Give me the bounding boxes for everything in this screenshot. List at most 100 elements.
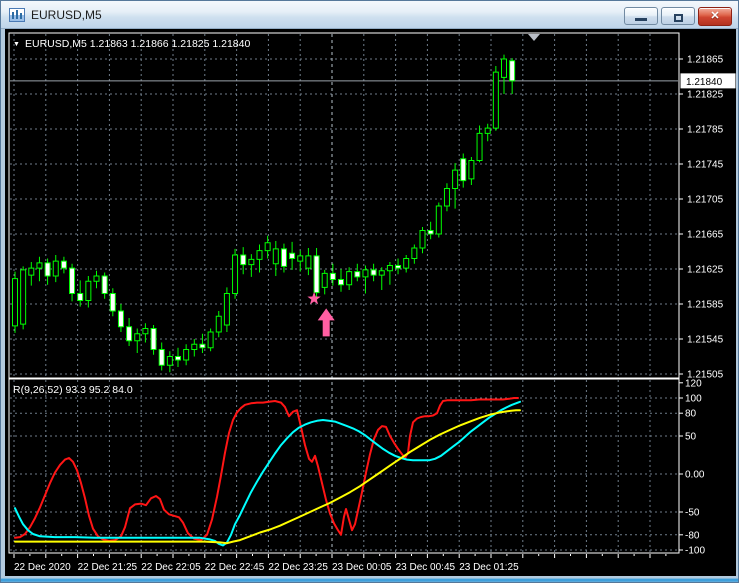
candle-body-bull <box>93 275 100 282</box>
minimize-icon <box>635 18 647 21</box>
svg-text:1.21665: 1.21665 <box>687 230 724 241</box>
window-title: EURUSD,M5 <box>31 7 102 22</box>
candle-body-bull <box>36 262 43 269</box>
candle-body-bull <box>232 254 239 294</box>
svg-text:-100: -100 <box>685 546 705 557</box>
candle-body-bull <box>305 255 312 269</box>
svg-text:1.21840: 1.21840 <box>686 77 723 88</box>
candle-body-bull <box>215 315 222 333</box>
candle-body-bear <box>329 272 336 280</box>
candle-body-bear <box>313 255 320 294</box>
candle-body-bull <box>378 270 385 276</box>
svg-text:50: 50 <box>685 432 697 443</box>
svg-text:▼: ▼ <box>13 41 20 48</box>
svg-text:1.21545: 1.21545 <box>687 335 724 346</box>
candle-body-bear <box>199 343 206 349</box>
candle-body-bull <box>443 188 450 207</box>
candle-body-bull <box>272 248 279 265</box>
svg-text:1.21785: 1.21785 <box>687 125 724 136</box>
candle-body-bull <box>297 255 304 262</box>
candle-body-bull <box>264 242 271 252</box>
candle-body-bull <box>191 343 198 350</box>
candle-body-bull <box>85 280 92 301</box>
svg-text:1.21625: 1.21625 <box>687 265 724 276</box>
candle-body-bull <box>386 265 393 272</box>
svg-text:22 Dec 2020: 22 Dec 2020 <box>14 562 71 573</box>
candle-body-bull <box>435 205 442 235</box>
svg-text:1.21745: 1.21745 <box>687 160 724 171</box>
candle-body-bull <box>321 272 328 288</box>
candle-body-bear <box>101 275 108 294</box>
svg-text:23 Dec 01:25: 23 Dec 01:25 <box>459 562 519 573</box>
candle-body-bear <box>44 262 51 277</box>
svg-text:22 Dec 22:45: 22 Dec 22:45 <box>205 562 265 573</box>
candle-body-bear <box>158 349 165 366</box>
candle-body-bear <box>280 248 287 267</box>
candle-body-bull <box>411 247 418 259</box>
restore-button[interactable] <box>661 7 695 25</box>
candle-body-bull <box>248 258 255 266</box>
window-titlebar[interactable]: EURUSD,M5 ✕ <box>1 1 738 29</box>
candle-body-bear <box>69 267 76 294</box>
candle-body-bull <box>20 269 27 325</box>
chart-client-area[interactable]: 1.21865 1.21825 1.21785 1.21745 1.21705 1.216… <box>5 29 736 576</box>
svg-text:EURUSD,M5 1.21863 1.21866 1.21: EURUSD,M5 1.21863 1.21866 1.21825 1.2184… <box>25 38 250 50</box>
svg-text:22 Dec 22:05: 22 Dec 22:05 <box>141 562 201 573</box>
candle-body-bull <box>346 271 353 286</box>
svg-text:-80: -80 <box>685 530 700 541</box>
candle-body-bull <box>52 260 59 277</box>
svg-text:1.21865: 1.21865 <box>687 55 724 66</box>
candle-body-bull <box>12 278 18 327</box>
restore-icon <box>673 14 683 22</box>
candle-body-bull <box>362 269 369 278</box>
candle-body-bear <box>117 310 124 328</box>
candle-body-bear <box>460 158 467 182</box>
svg-text:1.21705: 1.21705 <box>687 195 724 206</box>
candle-body-bear <box>77 293 84 301</box>
svg-text:0.00: 0.00 <box>685 470 705 481</box>
window-bottom-border <box>1 576 738 582</box>
svg-text:-50: -50 <box>685 508 700 519</box>
candle-body-bear <box>126 326 133 342</box>
symbol-header: ▼ EURUSD,M5 1.21863 1.21866 1.21825 1.218… <box>13 38 250 50</box>
candle-body-bull <box>166 356 173 366</box>
candle-body-bull <box>207 331 214 349</box>
candle-body-bull <box>492 71 499 129</box>
candle-body-bull <box>28 267 35 276</box>
candle-body-bull <box>183 349 190 361</box>
mt4-chart-window: EURUSD,M5 ✕ 1.21865 1.21825 1.21785 1.21745… <box>0 0 739 583</box>
candle-body-bull <box>484 127 491 134</box>
candle-body-bull <box>223 293 230 326</box>
candle-body-bear <box>109 293 116 312</box>
candle-body-bull <box>134 333 141 342</box>
candle-body-bull <box>476 132 483 161</box>
svg-text:1.21585: 1.21585 <box>687 300 724 311</box>
candle-body-bull <box>256 250 263 260</box>
candle-body-bear <box>150 328 157 350</box>
candle-body-bear <box>354 271 361 278</box>
candle-body-bull <box>452 169 459 189</box>
candle-body-bull <box>468 160 475 180</box>
chart-canvas[interactable]: 1.21865 1.21825 1.21785 1.21745 1.21705 1.216… <box>5 29 736 576</box>
svg-text:100: 100 <box>685 394 702 405</box>
candle-body-bear <box>175 356 181 361</box>
svg-text:1.21825: 1.21825 <box>687 90 724 101</box>
window-controls: ✕ <box>621 7 732 26</box>
candle-body-bull <box>419 230 426 249</box>
svg-text:23 Dec 00:05: 23 Dec 00:05 <box>332 562 392 573</box>
chart-window-icon <box>9 7 25 23</box>
close-icon: ✕ <box>710 10 720 22</box>
candle-body-bear <box>289 252 296 259</box>
candle-body-bear <box>370 269 377 276</box>
candle-body-bear <box>60 260 67 269</box>
close-button[interactable]: ✕ <box>698 7 732 26</box>
candle-body-bull <box>142 328 149 335</box>
candle-body-bear <box>240 254 247 266</box>
indicator-header: R(9,26,52) 93.3 95.2 84.0 <box>13 384 133 396</box>
candle-body-bear <box>427 230 434 235</box>
candle-body-bear <box>509 60 516 82</box>
candle-body-bull <box>403 258 410 269</box>
minimize-button[interactable] <box>624 7 658 25</box>
candle-body-bear <box>338 279 344 286</box>
candle-body-bull <box>501 58 507 78</box>
